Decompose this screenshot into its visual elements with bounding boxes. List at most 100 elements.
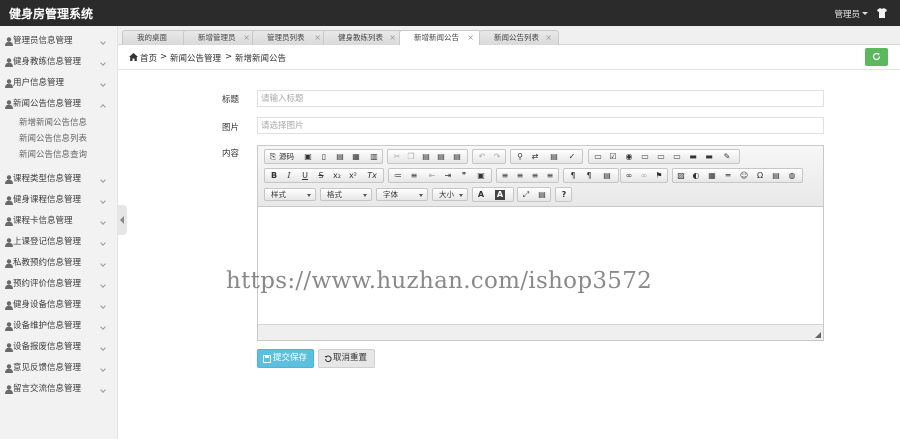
sidebar-item[interactable]: 健身教练信息管理 [0,52,117,73]
resize-grip-icon[interactable] [815,332,821,338]
close-icon[interactable]: × [545,31,552,45]
link-icon[interactable]: ∞ [624,171,634,181]
close-icon[interactable]: × [467,31,474,45]
justify-icon[interactable]: ≡ [545,171,555,181]
cut-icon[interactable]: ✂ [392,152,402,162]
size-dropdown[interactable]: 大小 [432,188,468,201]
reset-button[interactable]: 取消重置 [318,349,375,368]
paste-icon[interactable]: ▤ [421,152,431,162]
tab-add-news[interactable]: 新增新闻公告 × [399,30,481,45]
find-icon[interactable]: ⚲ [515,152,525,162]
print-icon[interactable]: ▦ [351,152,361,162]
save-icon[interactable]: ▣ [303,152,313,162]
rtl-icon[interactable]: ¶ [584,171,594,181]
remove-format-icon[interactable]: Tx [367,171,377,181]
breadcrumb-home[interactable]: 首页 [140,52,157,64]
redo-icon[interactable]: ↷ [492,152,502,162]
blockquote-icon[interactable]: ❞ [459,171,469,181]
styles-dropdown[interactable]: 样式 [264,188,316,201]
undo-icon[interactable]: ↶ [477,152,487,162]
sidebar-item[interactable]: 设备维护信息管理 [0,316,117,337]
sidebar-item[interactable]: 预约评价信息管理 [0,274,117,295]
sidebar-item[interactable]: 课程类型信息管理 [0,169,117,190]
maximize-icon[interactable]: ⤢ [521,190,531,200]
subscript-icon[interactable]: x₂ [332,171,342,181]
sidebar-subitem[interactable]: 新增新闻公告信息 [0,115,117,131]
language-icon[interactable]: ▤ [602,171,612,181]
template-icon[interactable]: ▥ [369,152,379,162]
form-icon[interactable]: ▭ [593,152,603,162]
align-left-icon[interactable]: ≡ [500,171,510,181]
ltr-icon[interactable]: ¶ [568,171,578,181]
tab-admin-list[interactable]: 管理员列表 × [252,30,328,45]
smiley-icon[interactable]: ☺ [739,171,749,181]
editor-content-area[interactable] [258,207,823,324]
special-char-icon[interactable]: Ω [755,171,765,181]
textfield-icon[interactable]: ▭ [640,152,650,162]
sidebar-item[interactable]: 上课登记信息管理 [0,232,117,253]
sidebar-item[interactable]: 管理员信息管理 [0,31,117,52]
close-icon[interactable]: × [243,31,250,45]
image-input[interactable]: 请选择图片 [257,117,824,134]
text-color-icon[interactable]: A [476,190,486,200]
new-page-icon[interactable]: ▯ [319,152,329,162]
radio-icon[interactable]: ◉ [624,152,634,162]
tab-news-list[interactable]: 新闻公告列表 × [479,30,559,45]
title-input[interactable]: 请输入标题 [257,90,824,107]
superscript-icon[interactable]: x² [348,171,358,181]
paste-word-icon[interactable]: ▤ [452,152,462,162]
select-all-icon[interactable]: ▤ [549,152,559,162]
align-right-icon[interactable]: ≡ [530,171,540,181]
sidebar-item[interactable]: 留言交流信息管理 [0,379,117,400]
close-icon[interactable]: × [314,31,321,45]
sidebar-collapse-handle[interactable] [118,205,127,235]
user-menu[interactable]: 管理员 [834,8,860,20]
tab-coach-list[interactable]: 健身教练列表 × [323,30,403,45]
sidebar-item[interactable]: 新闻公告信息管理 [0,94,117,115]
unlink-icon[interactable]: ∞ [639,171,649,181]
iframe-icon[interactable]: ◍ [787,171,797,181]
numbered-list-icon[interactable]: ≔ [393,171,403,181]
sidebar-subitem[interactable]: 新闻公告信息列表 [0,131,117,147]
paste-text-icon[interactable]: ▤ [436,152,446,162]
help-button[interactable]: ? [559,190,569,200]
spellcheck-icon[interactable]: ✓ [567,152,577,162]
horizontal-rule-icon[interactable]: ═ [723,171,733,181]
font-dropdown[interactable]: 字体 [376,188,428,201]
align-center-icon[interactable]: ≡ [515,171,525,181]
sidebar-item[interactable]: 课程卡信息管理 [0,211,117,232]
source-button[interactable]: 源码 [279,151,294,162]
bg-color-icon[interactable]: A [495,190,505,200]
outdent-icon[interactable]: ⇤ [427,171,437,181]
checkbox-icon[interactable]: ☑ [608,152,618,162]
replace-icon[interactable]: ⇄ [530,152,540,162]
tshirt-icon[interactable] [877,8,887,18]
image-button-icon[interactable]: ▬ [704,152,714,162]
indent-icon[interactable]: ⇥ [443,171,453,181]
tab-add-admin[interactable]: 新增管理员 × [183,30,257,45]
show-blocks-icon[interactable]: ▤ [537,190,547,200]
bold-icon[interactable]: B [269,171,279,181]
breadcrumb-news-admin[interactable]: 新闻公告管理 [170,52,221,64]
sidebar-subitem[interactable]: 新闻公告信息查询 [0,147,117,163]
underline-icon[interactable]: U [300,171,310,181]
sidebar-item[interactable]: 健身设备信息管理 [0,295,117,316]
sidebar-item[interactable]: 私教预约信息管理 [0,253,117,274]
submit-button[interactable]: 提交保存 [257,349,314,368]
refresh-button[interactable] [865,48,888,66]
div-icon[interactable]: ▣ [476,171,486,181]
close-icon[interactable]: × [389,31,396,45]
copy-icon[interactable]: ❐ [406,152,416,162]
bulleted-list-icon[interactable]: ≡ [409,171,419,181]
select-field-icon[interactable]: ▭ [672,152,682,162]
italic-icon[interactable]: I [284,171,294,181]
source-icon[interactable]: ⎘ [268,152,278,162]
sidebar-item[interactable]: 设备报废信息管理 [0,337,117,358]
hidden-field-icon[interactable]: ✎ [722,152,732,162]
sidebar-item[interactable]: 健身课程信息管理 [0,190,117,211]
page-break-icon[interactable]: ▤ [771,171,781,181]
sidebar-item[interactable]: 用户信息管理 [0,73,117,94]
preview-icon[interactable]: ▤ [335,152,345,162]
anchor-icon[interactable]: ⚑ [654,171,664,181]
form-button-icon[interactable]: ▬ [688,152,698,162]
